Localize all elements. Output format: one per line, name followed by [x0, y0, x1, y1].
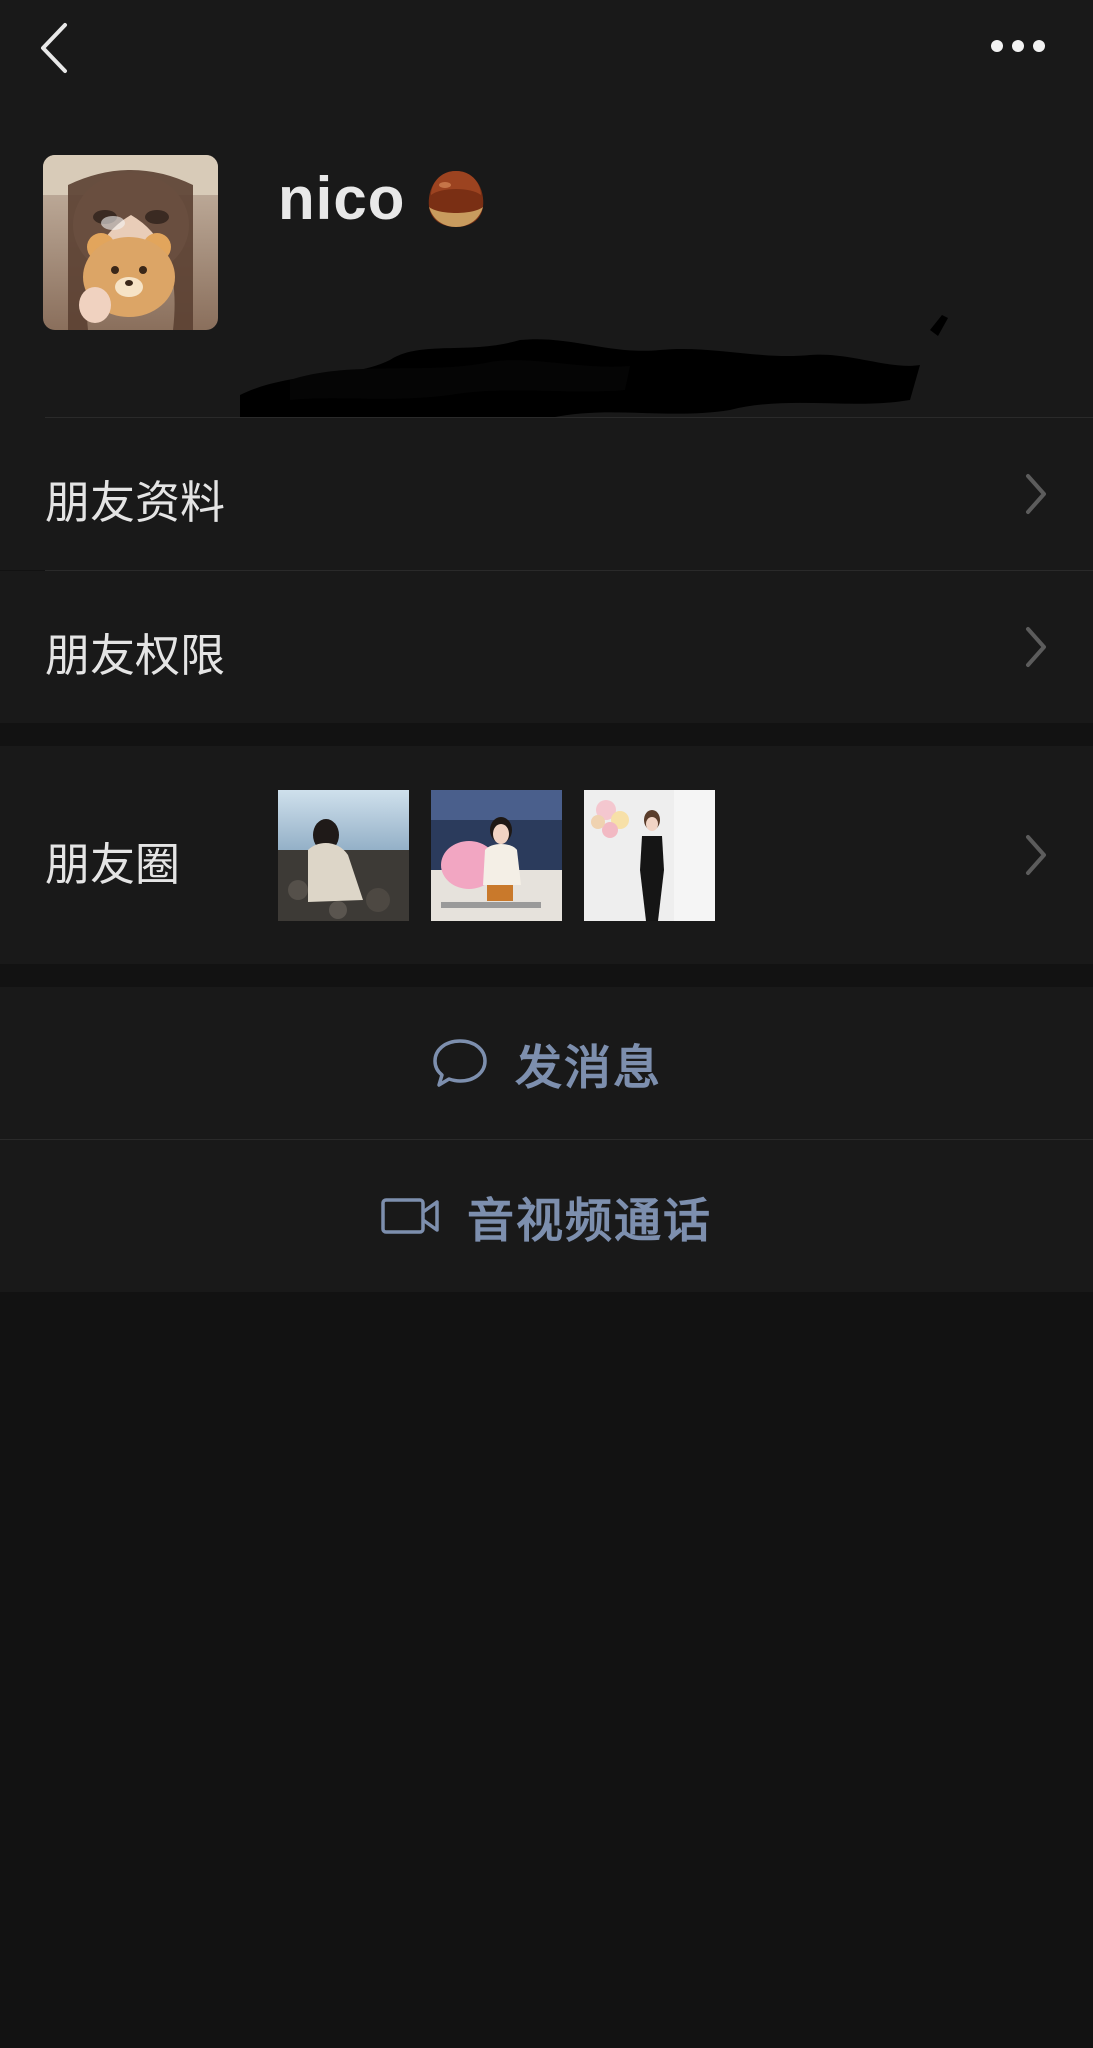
- video-call-button[interactable]: 音视频通话: [0, 1140, 1093, 1292]
- moments-photo: [431, 790, 562, 921]
- top-nav-bar: [0, 0, 1093, 100]
- friend-permissions-row[interactable]: 朋友权限: [0, 571, 1093, 723]
- moments-photo: [278, 790, 409, 921]
- moments-label: 朋友圈: [45, 838, 181, 891]
- avatar[interactable]: [43, 155, 218, 330]
- chevron-left-icon: [41, 23, 67, 73]
- moments-row[interactable]: 朋友圈: [0, 746, 1093, 964]
- chat-bubble-icon: [433, 1039, 487, 1087]
- profile-header: nico: [0, 100, 1093, 448]
- video-camera-icon: [381, 1198, 439, 1234]
- more-options-button[interactable]: [983, 26, 1053, 66]
- friend-info-label: 朋友资料: [45, 476, 226, 529]
- chevron-right-icon: [1026, 627, 1046, 667]
- send-message-button[interactable]: 发消息: [0, 987, 1093, 1139]
- friend-permissions-label: 朋友权限: [45, 629, 226, 682]
- chestnut-emoji-icon: [429, 171, 484, 227]
- back-button[interactable]: [30, 18, 78, 78]
- chevron-right-icon: [1026, 474, 1046, 514]
- avatar-photo: [43, 155, 218, 330]
- chevron-right-icon: [1026, 835, 1046, 875]
- nickname: nico: [278, 164, 406, 232]
- send-message-label: 发消息: [515, 1040, 662, 1096]
- ellipsis-icon: [991, 40, 1045, 52]
- moments-thumbnails: [278, 790, 718, 921]
- moments-photo: [584, 790, 715, 921]
- video-call-label: 音视频通话: [467, 1193, 712, 1249]
- friend-info-row[interactable]: 朋友资料: [0, 418, 1093, 570]
